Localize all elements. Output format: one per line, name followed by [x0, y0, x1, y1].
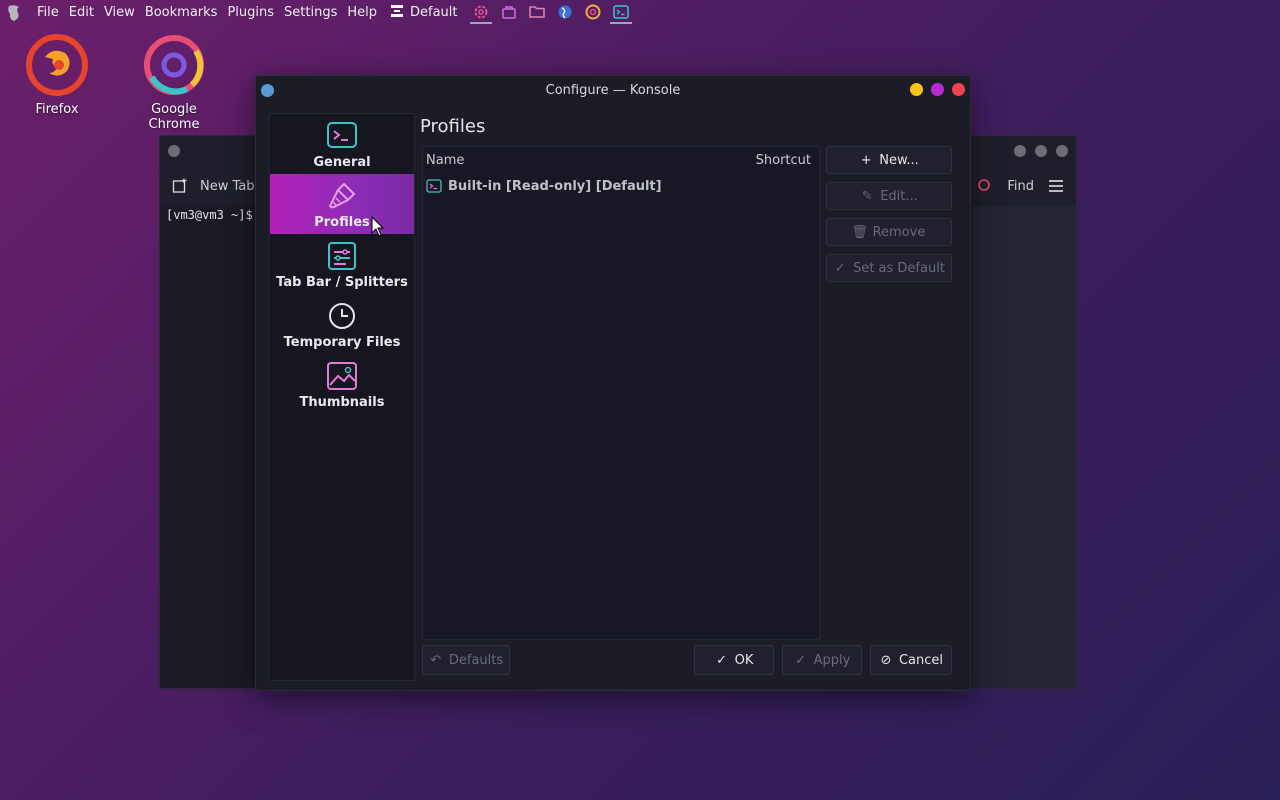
close-button[interactable]	[952, 83, 965, 96]
minimize-button[interactable]	[910, 83, 923, 96]
button-label: Set as Default	[853, 260, 945, 276]
new-profile-button[interactable]: + New...	[826, 146, 952, 174]
column-header-name[interactable]: Name	[426, 153, 464, 168]
button-label: OK	[734, 652, 754, 668]
check-icon: ✓	[716, 652, 728, 668]
image-icon	[325, 359, 359, 393]
dialog-title: Configure — Konsole	[545, 82, 681, 98]
globe-browser-icon[interactable]	[554, 2, 576, 24]
profile-name: Built-in [Read-only] [Default]	[448, 178, 662, 194]
global-menu-bar: File Edit View Bookmarks Plugins Setting…	[0, 0, 1280, 25]
mouse-cursor-icon	[371, 215, 385, 242]
trash-icon: 🗑︎	[851, 224, 868, 240]
sidebar-item-label: General	[313, 154, 371, 170]
new-tab-button[interactable]: New Tab	[200, 179, 255, 194]
find-button[interactable]: Find	[1007, 179, 1034, 194]
terminal-icon	[325, 119, 359, 153]
pencil-icon: ✎	[861, 188, 873, 204]
sidebar-item-temporary-files[interactable]: Temporary Files	[270, 294, 414, 354]
menu-plugins[interactable]: Plugins	[227, 0, 274, 25]
software-store-icon[interactable]	[498, 2, 520, 24]
sidebar-item-profiles[interactable]: Profiles	[270, 174, 414, 234]
window-menu-button[interactable]	[261, 84, 274, 97]
maximize-dot[interactable]	[1035, 145, 1047, 157]
layout-icon	[390, 4, 404, 22]
menu-file[interactable]: File	[37, 0, 59, 25]
google-chrome-icon	[139, 30, 209, 100]
sidebar-item-tab-bar-splitters[interactable]: Tab Bar / Splitters	[270, 234, 414, 294]
button-label: Defaults	[448, 652, 504, 668]
button-label: Edit...	[880, 188, 918, 204]
folder-icon[interactable]	[526, 2, 548, 24]
plus-icon: +	[860, 152, 872, 168]
button-label: New...	[879, 152, 919, 168]
menu-edit[interactable]: Edit	[69, 0, 94, 25]
settings-gear-icon[interactable]	[469, 2, 492, 24]
konsole-terminal-icon[interactable]	[609, 2, 632, 24]
activity-switcher[interactable]: Default	[390, 4, 458, 22]
hamburger-menu-icon[interactable]	[1048, 179, 1064, 193]
ok-button[interactable]: ✓ OK	[694, 645, 774, 675]
defaults-button[interactable]: ↶ Defaults	[422, 645, 510, 675]
button-label: Cancel	[898, 652, 944, 668]
new-tab-icon	[172, 178, 188, 194]
close-dot[interactable]	[1056, 145, 1068, 157]
terminal-prompt: [vm3@vm3 ~]$	[166, 208, 253, 222]
remove-profile-button[interactable]: 🗑︎ Remove	[826, 218, 952, 246]
page-title: Profiles	[420, 116, 486, 137]
firefox-icon	[22, 30, 92, 100]
desktop-icon-chrome[interactable]: Google Chrome	[124, 30, 224, 132]
dialog-button-bar: ↶ Defaults ✓ OK ✓ Apply ⊘ Cancel	[422, 645, 952, 675]
undo-icon: ↶	[430, 652, 442, 668]
menu-help[interactable]: Help	[347, 0, 377, 25]
edit-profile-button[interactable]: ✎ Edit...	[826, 182, 952, 210]
window-menu-dot[interactable]	[168, 145, 180, 157]
sidebar-item-label: Profiles	[314, 214, 370, 230]
clock-icon	[325, 299, 359, 333]
button-label: Apply	[813, 652, 851, 668]
column-header-shortcut[interactable]: Shortcut	[756, 153, 811, 168]
settings-sidebar: General Profiles Tab Bar / Splitters Tem…	[269, 113, 415, 681]
find-icon	[977, 178, 993, 194]
apply-button[interactable]: ✓ Apply	[782, 645, 862, 675]
sidebar-item-label: Temporary Files	[283, 334, 401, 350]
sidebar-item-general[interactable]: General	[270, 114, 414, 174]
table-row[interactable]: Built-in [Read-only] [Default]	[423, 173, 819, 199]
terminal-profile-icon	[426, 178, 442, 194]
table-header: Name Shortcut	[423, 147, 819, 173]
button-label: Remove	[872, 224, 926, 240]
check-icon: ✓	[834, 260, 846, 276]
konsole-logo-icon	[6, 4, 22, 22]
menu-view[interactable]: View	[104, 0, 135, 25]
sidebar-item-thumbnails[interactable]: Thumbnails	[270, 354, 414, 414]
task-launcher	[469, 2, 632, 24]
desktop-icon-firefox[interactable]: Firefox	[7, 30, 107, 117]
profile-action-buttons: + New... ✎ Edit... 🗑︎ Remove ✓ Set as De…	[826, 146, 952, 290]
menu-settings[interactable]: Settings	[284, 0, 337, 25]
dialog-titlebar: Configure — Konsole	[256, 76, 970, 104]
set-default-button[interactable]: ✓ Set as Default	[826, 254, 952, 282]
check-icon: ✓	[795, 652, 807, 668]
cancel-button[interactable]: ⊘ Cancel	[870, 645, 952, 675]
cancel-icon: ⊘	[880, 652, 892, 668]
desktop-icon-label: Google Chrome	[148, 102, 200, 132]
profiles-table: Name Shortcut Built-in [Read-only] [Defa…	[422, 146, 820, 640]
maximize-button[interactable]	[931, 83, 944, 96]
tabbar-icon	[325, 239, 359, 273]
activity-label: Default	[410, 5, 458, 20]
configure-dialog: Configure — Konsole General Profiles Tab…	[255, 75, 971, 691]
sidebar-item-label: Thumbnails	[299, 394, 385, 410]
chrome-icon[interactable]	[582, 2, 604, 24]
sidebar-item-label: Tab Bar / Splitters	[276, 274, 408, 290]
terminal-area-right	[972, 206, 1076, 688]
minimize-dot[interactable]	[1014, 145, 1026, 157]
menu-bookmarks[interactable]: Bookmarks	[145, 0, 218, 25]
brush-icon	[325, 179, 359, 213]
desktop-icon-label: Firefox	[35, 102, 79, 117]
